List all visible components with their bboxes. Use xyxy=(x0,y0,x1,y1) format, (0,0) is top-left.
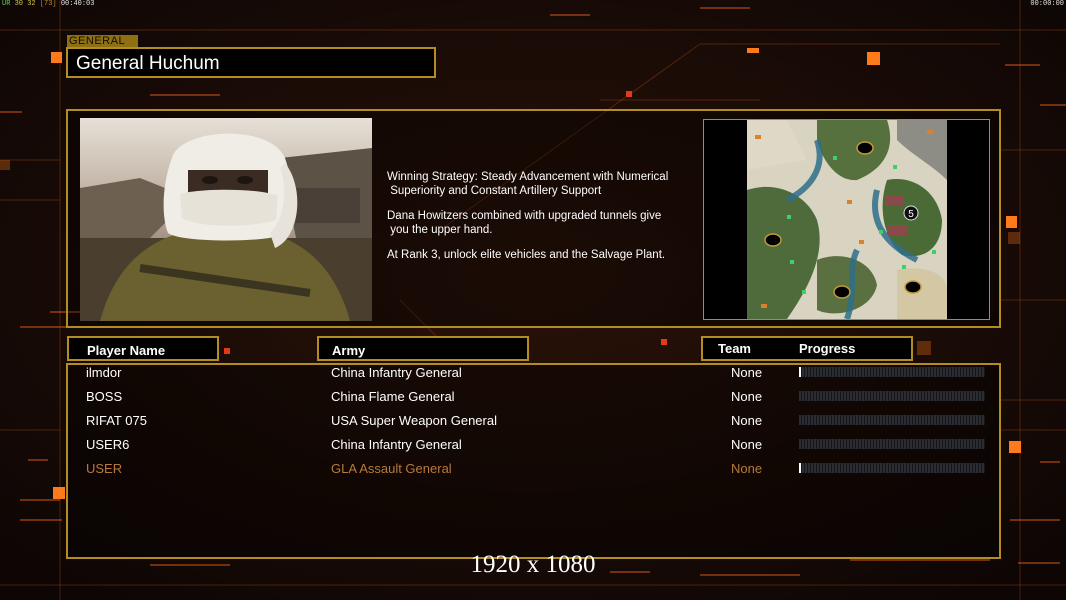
player-name: RIFAT 075 xyxy=(86,413,147,428)
progress-bar xyxy=(799,367,985,377)
player-team: None xyxy=(731,437,763,452)
progress-bar xyxy=(799,463,985,473)
player-army: China Flame General xyxy=(331,389,455,404)
player-row-local: USER GLA Assault General None xyxy=(0,459,1066,481)
header-team-label: Team xyxy=(718,341,751,356)
fps-counter: UR 30 32 [73] 00:40:03 xyxy=(2,0,94,8)
strategy-line-3: At Rank 3, unlock elite vehicles and the… xyxy=(387,249,666,261)
minimap-icon: 5 xyxy=(747,120,947,319)
resolution-overlay: 1920 x 1080 xyxy=(470,551,596,578)
strategy-text: Winning Strategy: Steady Advancement wit… xyxy=(387,170,702,273)
header-player-name-label: Player Name xyxy=(87,343,166,358)
player-team: None xyxy=(731,413,763,428)
player-name: USER xyxy=(86,461,123,476)
header-player-name: Player Name xyxy=(67,336,219,361)
progress-fill xyxy=(799,463,801,473)
map-marker-label: 5 xyxy=(908,209,914,220)
player-name: ilmdor xyxy=(86,365,122,380)
progress-bar xyxy=(799,439,985,449)
player-name: USER6 xyxy=(86,437,130,452)
fps-prefix: UR xyxy=(2,0,11,8)
general-tag: GENERAL xyxy=(67,35,138,47)
progress-fill xyxy=(799,367,801,377)
masked-soldier-portrait-icon xyxy=(80,118,372,321)
fps-value-a: 30 xyxy=(14,0,24,8)
player-row: RIFAT 075 USA Super Weapon General None xyxy=(0,411,1066,433)
player-army: China Infantry General xyxy=(331,437,462,452)
fps-value-c: [73] xyxy=(39,0,57,8)
game-clock-left: 00:40:03 xyxy=(60,0,95,8)
player-team: None xyxy=(731,365,763,380)
strategy-line-2: Dana Howitzers combined with upgraded tu… xyxy=(387,210,662,236)
strategy-line-1: Winning Strategy: Steady Advancement wit… xyxy=(387,171,669,197)
general-name: General Huchum xyxy=(76,53,220,74)
player-row: BOSS China Flame General None xyxy=(0,387,1066,409)
progress-bar xyxy=(799,415,985,425)
header-army-label: Army xyxy=(332,343,366,358)
header-team-progress: Team Progress xyxy=(701,336,913,361)
header-army: Army xyxy=(317,336,529,361)
progress-bar xyxy=(799,391,985,401)
header-progress-label: Progress xyxy=(799,341,856,356)
game-clock-right: 00:00:00 xyxy=(1030,0,1064,8)
player-team: None xyxy=(731,389,763,404)
general-name-box: General Huchum xyxy=(66,47,436,78)
player-team: None xyxy=(731,461,763,476)
player-row: USER6 China Infantry General None xyxy=(0,435,1066,457)
player-row: ilmdor China Infantry General None xyxy=(0,363,1066,385)
fps-value-b: 32 xyxy=(27,0,36,8)
player-army: GLA Assault General xyxy=(331,461,452,476)
player-name: BOSS xyxy=(86,389,123,404)
player-army: China Infantry General xyxy=(331,365,462,380)
player-army: USA Super Weapon General xyxy=(331,413,497,428)
